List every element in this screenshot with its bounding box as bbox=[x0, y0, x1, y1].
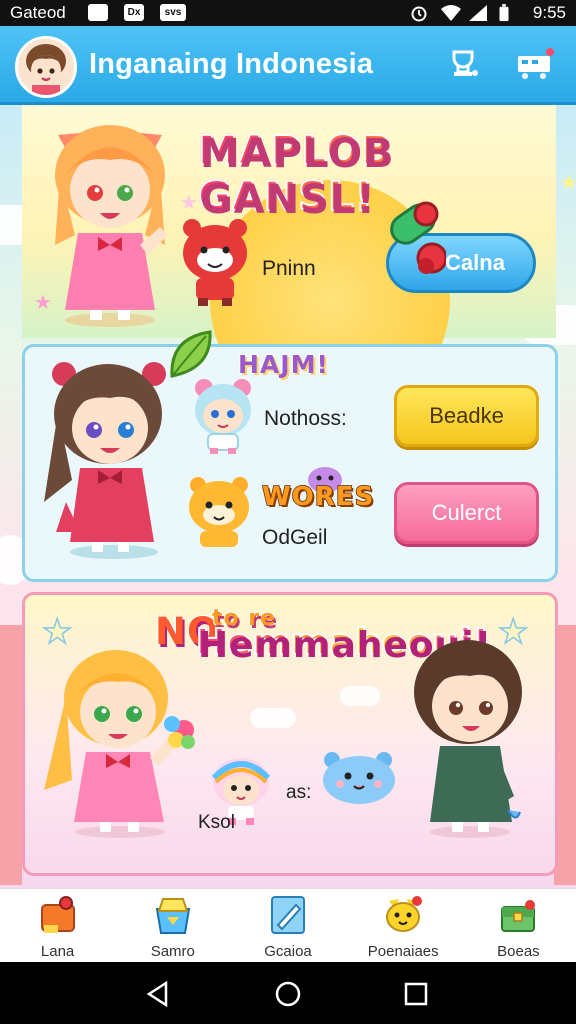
nav-label: Boeas bbox=[497, 943, 540, 960]
nav-item-poenaiaes[interactable]: Poenaiaes bbox=[346, 889, 461, 963]
versus-label: as: bbox=[286, 782, 312, 803]
chibi-girl-dark-hair bbox=[414, 640, 522, 838]
signal-icon bbox=[469, 5, 487, 21]
gift-box-icon bbox=[155, 898, 190, 934]
shop-cart-icon[interactable] bbox=[514, 46, 556, 82]
carrier-name: Gateod bbox=[10, 3, 66, 22]
cloud-decoration bbox=[340, 686, 380, 706]
app-notification-icon: svs bbox=[160, 4, 186, 21]
alarm-icon bbox=[411, 6, 427, 22]
nav-item-samro[interactable]: Samro bbox=[115, 889, 230, 963]
app-title: Inganaing Indonesia bbox=[89, 48, 374, 80]
puzzle-icon bbox=[40, 896, 75, 933]
wifi-icon bbox=[441, 5, 461, 21]
row2-label: OdGeil bbox=[262, 526, 328, 549]
arch-pillar bbox=[0, 625, 22, 885]
character-icon bbox=[386, 896, 423, 932]
nav-item-gcaioa[interactable]: Gcaioa bbox=[230, 889, 345, 963]
pink-button-label: Culerct bbox=[431, 500, 502, 525]
panel1-action-label: Calna bbox=[445, 250, 505, 275]
nav-item-lana[interactable]: Lana bbox=[0, 889, 115, 963]
blue-blob-creature bbox=[323, 752, 395, 804]
battery-icon bbox=[499, 4, 509, 22]
nav-label: Poenaiaes bbox=[367, 943, 439, 960]
app-header: Inganaing Indonesia bbox=[0, 26, 576, 105]
cloud-decoration bbox=[250, 708, 296, 728]
nav-label: Gcaioa bbox=[264, 943, 312, 960]
pencil-card-icon bbox=[271, 896, 305, 934]
chibi-girl-orange-hair bbox=[55, 125, 168, 327]
star-decoration: ★ bbox=[34, 290, 52, 314]
star-decoration: ★ bbox=[180, 190, 198, 214]
red-bear-creature bbox=[183, 219, 247, 306]
app-notification-icon bbox=[88, 4, 108, 21]
chibi-girl-brown-hair bbox=[44, 362, 166, 559]
nav-item-boeas[interactable]: Boeas bbox=[461, 889, 576, 963]
yellow-button-label: Beadke bbox=[429, 403, 504, 428]
row1-label: Nothoss: bbox=[264, 407, 347, 430]
nav-label: Lana bbox=[40, 943, 75, 960]
blue-chibi-creature bbox=[195, 379, 251, 454]
back-icon[interactable] bbox=[144, 980, 172, 1008]
orange-bear-creature bbox=[189, 477, 249, 547]
candy-gem-icon bbox=[390, 201, 446, 274]
nav-label: Samro bbox=[150, 943, 195, 960]
creature-name-label: Pninn bbox=[262, 257, 316, 280]
trophy-icon[interactable] bbox=[444, 46, 482, 82]
home-icon[interactable] bbox=[274, 980, 302, 1008]
clock: 9:55 bbox=[532, 3, 566, 22]
chibi-avatar-icon[interactable] bbox=[15, 36, 77, 98]
panel2-title: HAJM! bbox=[237, 349, 329, 380]
status-bar: Gateod Dx svs 9:55 bbox=[0, 0, 576, 26]
chibi-girl-blonde-hair bbox=[44, 650, 195, 838]
app-notification-icon: Dx bbox=[124, 4, 144, 21]
panel2-yellow-button[interactable]: Beadke bbox=[394, 385, 539, 447]
treasure-chest-icon bbox=[501, 900, 536, 932]
recent-apps-icon[interactable] bbox=[402, 980, 430, 1008]
system-navigation-bar bbox=[0, 962, 576, 1024]
panel2-subtitle: WORES bbox=[261, 481, 375, 513]
bottom-navigation: Lana Samro Gcaioa Poenaiaes Boeas bbox=[0, 888, 576, 963]
creature-label: Ksol bbox=[198, 812, 235, 833]
panel2-pink-button[interactable]: Culerct bbox=[394, 482, 539, 544]
